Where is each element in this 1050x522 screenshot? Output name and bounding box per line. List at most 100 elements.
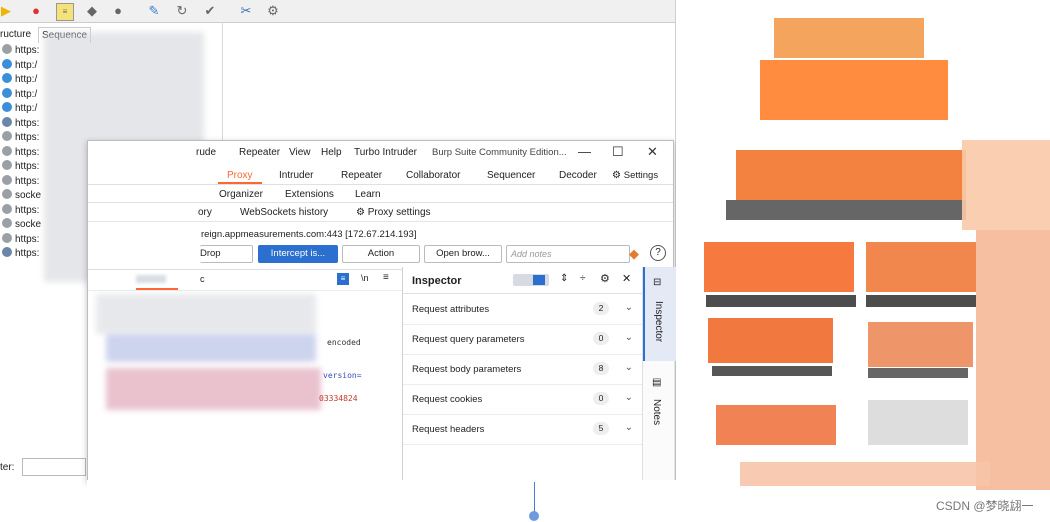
tree-item[interactable]: socke — [0, 189, 41, 203]
socket-icon — [2, 189, 12, 199]
tree-item[interactable]: https: — [0, 203, 39, 218]
settings-gear-icon[interactable]: ⚙ — [600, 272, 610, 285]
count-badge: 8 — [593, 362, 609, 375]
tree-item[interactable]: https: — [0, 44, 39, 58]
tab-websockets-history[interactable]: WebSockets history — [240, 207, 328, 218]
tree-item-label: https: — [15, 132, 40, 143]
tab-http-history[interactable]: ory — [198, 207, 212, 218]
menu-icon[interactable]: ≡ — [383, 272, 389, 283]
tab-sequencer[interactable]: Sequencer — [487, 170, 535, 181]
mosaic-block — [866, 242, 976, 292]
tree-item[interactable]: http:/ — [0, 58, 37, 73]
mosaic-block — [704, 242, 854, 292]
inspector-row-attributes[interactable]: Request attributes 2 ⌄ — [403, 294, 643, 325]
lock-icon — [2, 232, 12, 243]
inspector-row-label: Request cookies — [412, 394, 483, 405]
pretty-toggle-icon[interactable]: ≡ — [337, 273, 349, 285]
editor-tab-raw[interactable] — [136, 275, 166, 283]
tab-proxy[interactable]: Proxy — [227, 170, 253, 181]
tree-item[interactable]: https: — [0, 232, 39, 247]
tab-structure[interactable]: ructure — [0, 27, 34, 42]
settings-gear-icon[interactable]: ⚙ — [265, 3, 281, 19]
highlight-icon[interactable]: ◆ — [629, 246, 639, 262]
menu-view[interactable]: View — [289, 147, 311, 158]
tree-item[interactable]: https: — [0, 116, 39, 131]
code-fragment: 03334824 — [319, 394, 358, 403]
tab-decoder[interactable]: Decoder — [559, 170, 597, 181]
pen-icon[interactable]: ✎ — [146, 3, 162, 19]
tree-item[interactable]: http:/ — [0, 87, 37, 102]
active-tab-indicator — [218, 182, 262, 184]
menu-help[interactable]: Help — [321, 147, 342, 158]
tree-item[interactable]: http:/ — [0, 73, 37, 87]
help-icon[interactable]: ? — [650, 245, 666, 261]
inspector-row-headers[interactable]: Request headers 5 ⌄ — [403, 414, 643, 445]
drop-button[interactable]: Drop — [200, 245, 253, 263]
minimize-button[interactable]: — — [578, 144, 591, 159]
tree-item[interactable]: https: — [0, 160, 39, 174]
record-icon[interactable]: ● — [28, 3, 44, 19]
redacted-code — [106, 368, 321, 410]
inspector-row-label: Request headers — [412, 424, 485, 435]
menu-turbo-intruder[interactable]: Turbo Intruder — [354, 147, 417, 158]
tree-item[interactable]: https: — [0, 247, 39, 261]
stop-icon[interactable]: ● — [110, 3, 126, 19]
tree-item[interactable]: https: — [0, 131, 39, 145]
globe-icon — [2, 73, 12, 83]
maximize-button[interactable]: ☐ — [612, 144, 624, 160]
layout-toggle-active — [533, 275, 545, 285]
refresh-icon[interactable]: ↻ — [174, 3, 190, 19]
close-button[interactable]: ✕ — [647, 144, 658, 160]
tree-item[interactable]: http:/ — [0, 102, 37, 116]
tree-item[interactable]: https: — [0, 174, 39, 189]
code-fragment: version= — [323, 371, 362, 380]
tab-settings[interactable]: ⚙ Settings — [612, 170, 658, 181]
menu-repeater[interactable]: Repeater — [239, 147, 280, 158]
tab-organizer[interactable]: Organizer — [219, 189, 263, 200]
split-icon[interactable]: ÷ — [580, 273, 586, 284]
tab-collaborator[interactable]: Collaborator — [406, 170, 460, 181]
turtle-icon[interactable]: ◆ — [84, 3, 100, 19]
intercept-toggle-button[interactable]: Intercept is... — [258, 245, 338, 263]
globe-icon — [2, 102, 12, 112]
menu-intruder[interactable]: rude — [196, 147, 216, 158]
notes-input[interactable]: Add notes — [506, 245, 630, 263]
collapse-icon[interactable]: ⇕ — [560, 273, 568, 284]
tree-item-label: https: — [15, 161, 40, 172]
play-icon[interactable]: ▶ — [0, 3, 14, 19]
inspector-row-cookies[interactable]: Request cookies 0 ⌄ — [403, 384, 643, 415]
mosaic-block — [726, 200, 966, 220]
newline-toggle-icon[interactable]: \n — [361, 273, 369, 283]
tree-item[interactable]: socke — [0, 218, 41, 232]
close-inspector-icon[interactable]: ✕ — [622, 272, 631, 285]
pixelated-image — [676, 0, 1050, 522]
tab-proxy-settings[interactable]: ⚙ Proxy settings — [356, 207, 431, 218]
inspector-row-body-params[interactable]: Request body parameters 8 ⌄ — [403, 354, 643, 385]
cursor-dot — [529, 511, 539, 521]
action-button[interactable]: Action — [342, 245, 420, 263]
tab-repeater[interactable]: Repeater — [341, 170, 382, 181]
sidebar-tab-notes[interactable]: ▤ Notes — [643, 377, 674, 447]
lock-icon — [2, 131, 12, 141]
inspector-row-query-params[interactable]: Request query parameters 0 ⌄ — [403, 324, 643, 355]
tab-learn[interactable]: Learn — [355, 189, 381, 200]
mosaic-block — [866, 295, 976, 307]
editor-tab-hex[interactable]: c — [200, 274, 205, 284]
editor-toolbar: c ≡ \n ≡ — [88, 270, 402, 291]
window-title: Burp Suite Community Edition... — [432, 147, 567, 158]
request-editor[interactable]: c ≡ \n ≡ encoded version= 03334824 — [88, 269, 402, 482]
tree-item[interactable]: https: — [0, 145, 39, 160]
gear-icon — [2, 116, 12, 127]
tab-extensions[interactable]: Extensions — [285, 189, 334, 200]
mosaic-block — [736, 150, 966, 200]
open-browser-button[interactable]: Open brow... — [424, 245, 502, 263]
tab-intruder[interactable]: Intruder — [279, 170, 313, 181]
sidebar-tab-inspector[interactable]: ⊟ Inspector — [643, 267, 676, 361]
filter-input[interactable] — [22, 458, 86, 476]
tools-icon[interactable]: ✂ — [238, 3, 254, 19]
check-icon[interactable]: ✔ — [202, 3, 218, 19]
lock-icon — [2, 160, 12, 170]
inspector-row-label: Request body parameters — [412, 364, 522, 375]
tree-item-label: https: — [15, 248, 40, 259]
scan-icon[interactable]: ≡ — [56, 3, 74, 21]
